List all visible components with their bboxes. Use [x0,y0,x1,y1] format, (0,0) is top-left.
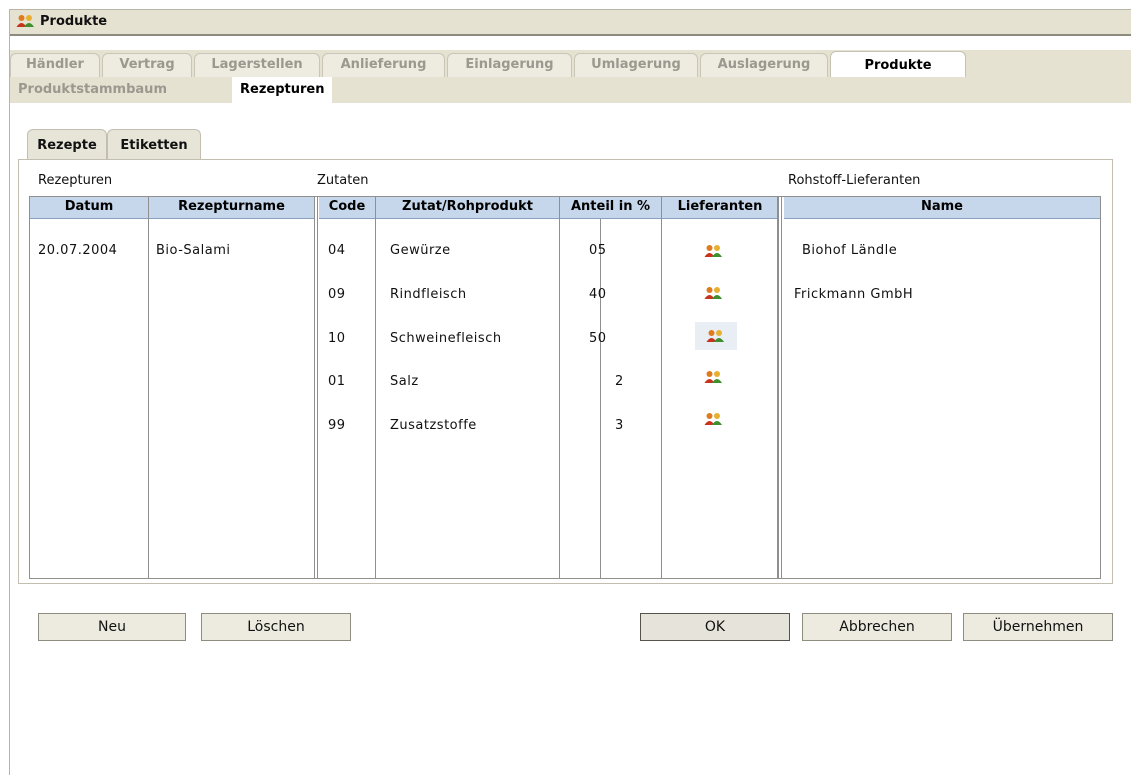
col-divider [375,197,376,578]
users-icon[interactable] [704,286,724,300]
tab-vertrag[interactable]: Vertrag [102,53,192,77]
ingredient-code[interactable]: 04 [328,243,346,258]
window-title: Produkte [40,14,108,29]
users-icon[interactable] [704,244,724,258]
recipe-name[interactable]: Bio-Salami [156,243,231,258]
anteil-lieferanten-block: Anteil in % Lieferanten 05 40 50 2 3 [559,196,778,579]
lieferanten-label: Rohstoff-Lieferanten [788,173,921,188]
ingredient-code[interactable]: 01 [328,374,346,389]
ingredient-anteil[interactable]: 40 [589,287,607,302]
col-divider [148,197,149,578]
tab-auslagerung[interactable]: Auslagerung [700,53,828,77]
ingredient-code[interactable]: 99 [328,418,346,433]
ingredient-anteil[interactable]: 50 [589,331,607,346]
cancel-button[interactable]: Abbrechen [802,613,952,641]
supplier-name[interactable]: Frickmann GmbH [794,287,913,302]
col-header-name[interactable]: Name [784,197,1100,219]
ingredient-anteil[interactable]: 2 [615,374,624,389]
supplier-name[interactable]: Biohof Ländle [802,243,897,258]
main-tab-bar: Händler Vertrag Lagerstellen Anlieferung… [10,50,1131,77]
col-header-code[interactable]: Code [319,197,375,219]
tab-haendler[interactable]: Händler [10,53,100,77]
col-divider-double [314,197,318,578]
ingredient-name[interactable]: Salz [390,374,419,389]
ingredient-name[interactable]: Rindfleisch [390,287,467,302]
rezepturen-label: Rezepturen [38,173,113,188]
subtab-produktstammbaum[interactable]: Produktstammbaum [18,77,167,103]
tab-umlagerung[interactable]: Umlagerung [574,53,698,77]
ingredient-name[interactable]: Schweinefleisch [390,331,502,346]
ingredient-anteil[interactable]: 3 [615,418,624,433]
col-header-zutat[interactable]: Zutat/Rohprodukt [376,197,559,219]
delete-button[interactable]: Löschen [201,613,351,641]
sub-tab-bar: Produktstammbaum Rezepturen [10,77,1131,103]
ingredient-name[interactable]: Gewürze [390,243,451,258]
tab-anlieferung[interactable]: Anlieferung [322,53,445,77]
lieferanten-table: Name Biohof Ländle Frickmann GmbH [777,196,1101,579]
ingredient-code[interactable]: 10 [328,331,346,346]
users-icon[interactable] [704,412,724,426]
tab-lagerstellen[interactable]: Lagerstellen [194,53,320,77]
col-divider [661,197,662,578]
subtab-rezepturen[interactable]: Rezepturen [232,77,333,103]
col-divider-double [778,197,782,578]
users-icon[interactable] [695,322,737,350]
ok-button[interactable]: OK [640,613,790,641]
users-icon [16,14,36,32]
tab-rezepte[interactable]: Rezepte [27,129,107,159]
col-header-lieferanten[interactable]: Lieferanten [662,197,778,219]
new-button[interactable]: Neu [38,613,186,641]
window-titlebar: Produkte [10,10,1131,36]
ingredient-name[interactable]: Zusatzstoffe [390,418,477,433]
col-header-anteil[interactable]: Anteil in % [560,197,661,219]
tab-produkte[interactable]: Produkte [830,51,966,77]
zutaten-label: Zutaten [317,173,369,188]
col-header-datum[interactable]: Datum [30,197,148,219]
ingredient-code[interactable]: 09 [328,287,346,302]
ingredient-anteil[interactable]: 05 [589,243,607,258]
recipe-datum[interactable]: 20.07.2004 [38,243,117,258]
apply-button[interactable]: Übernehmen [963,613,1113,641]
col-header-rezepturname[interactable]: Rezepturname [149,197,314,219]
tab-etiketten[interactable]: Etiketten [107,129,201,159]
rezeptur-table: Datum Rezepturname Code Zutat/Rohprodukt… [29,196,601,579]
tab-einlagerung[interactable]: Einlagerung [447,53,572,77]
users-icon[interactable] [704,370,724,384]
